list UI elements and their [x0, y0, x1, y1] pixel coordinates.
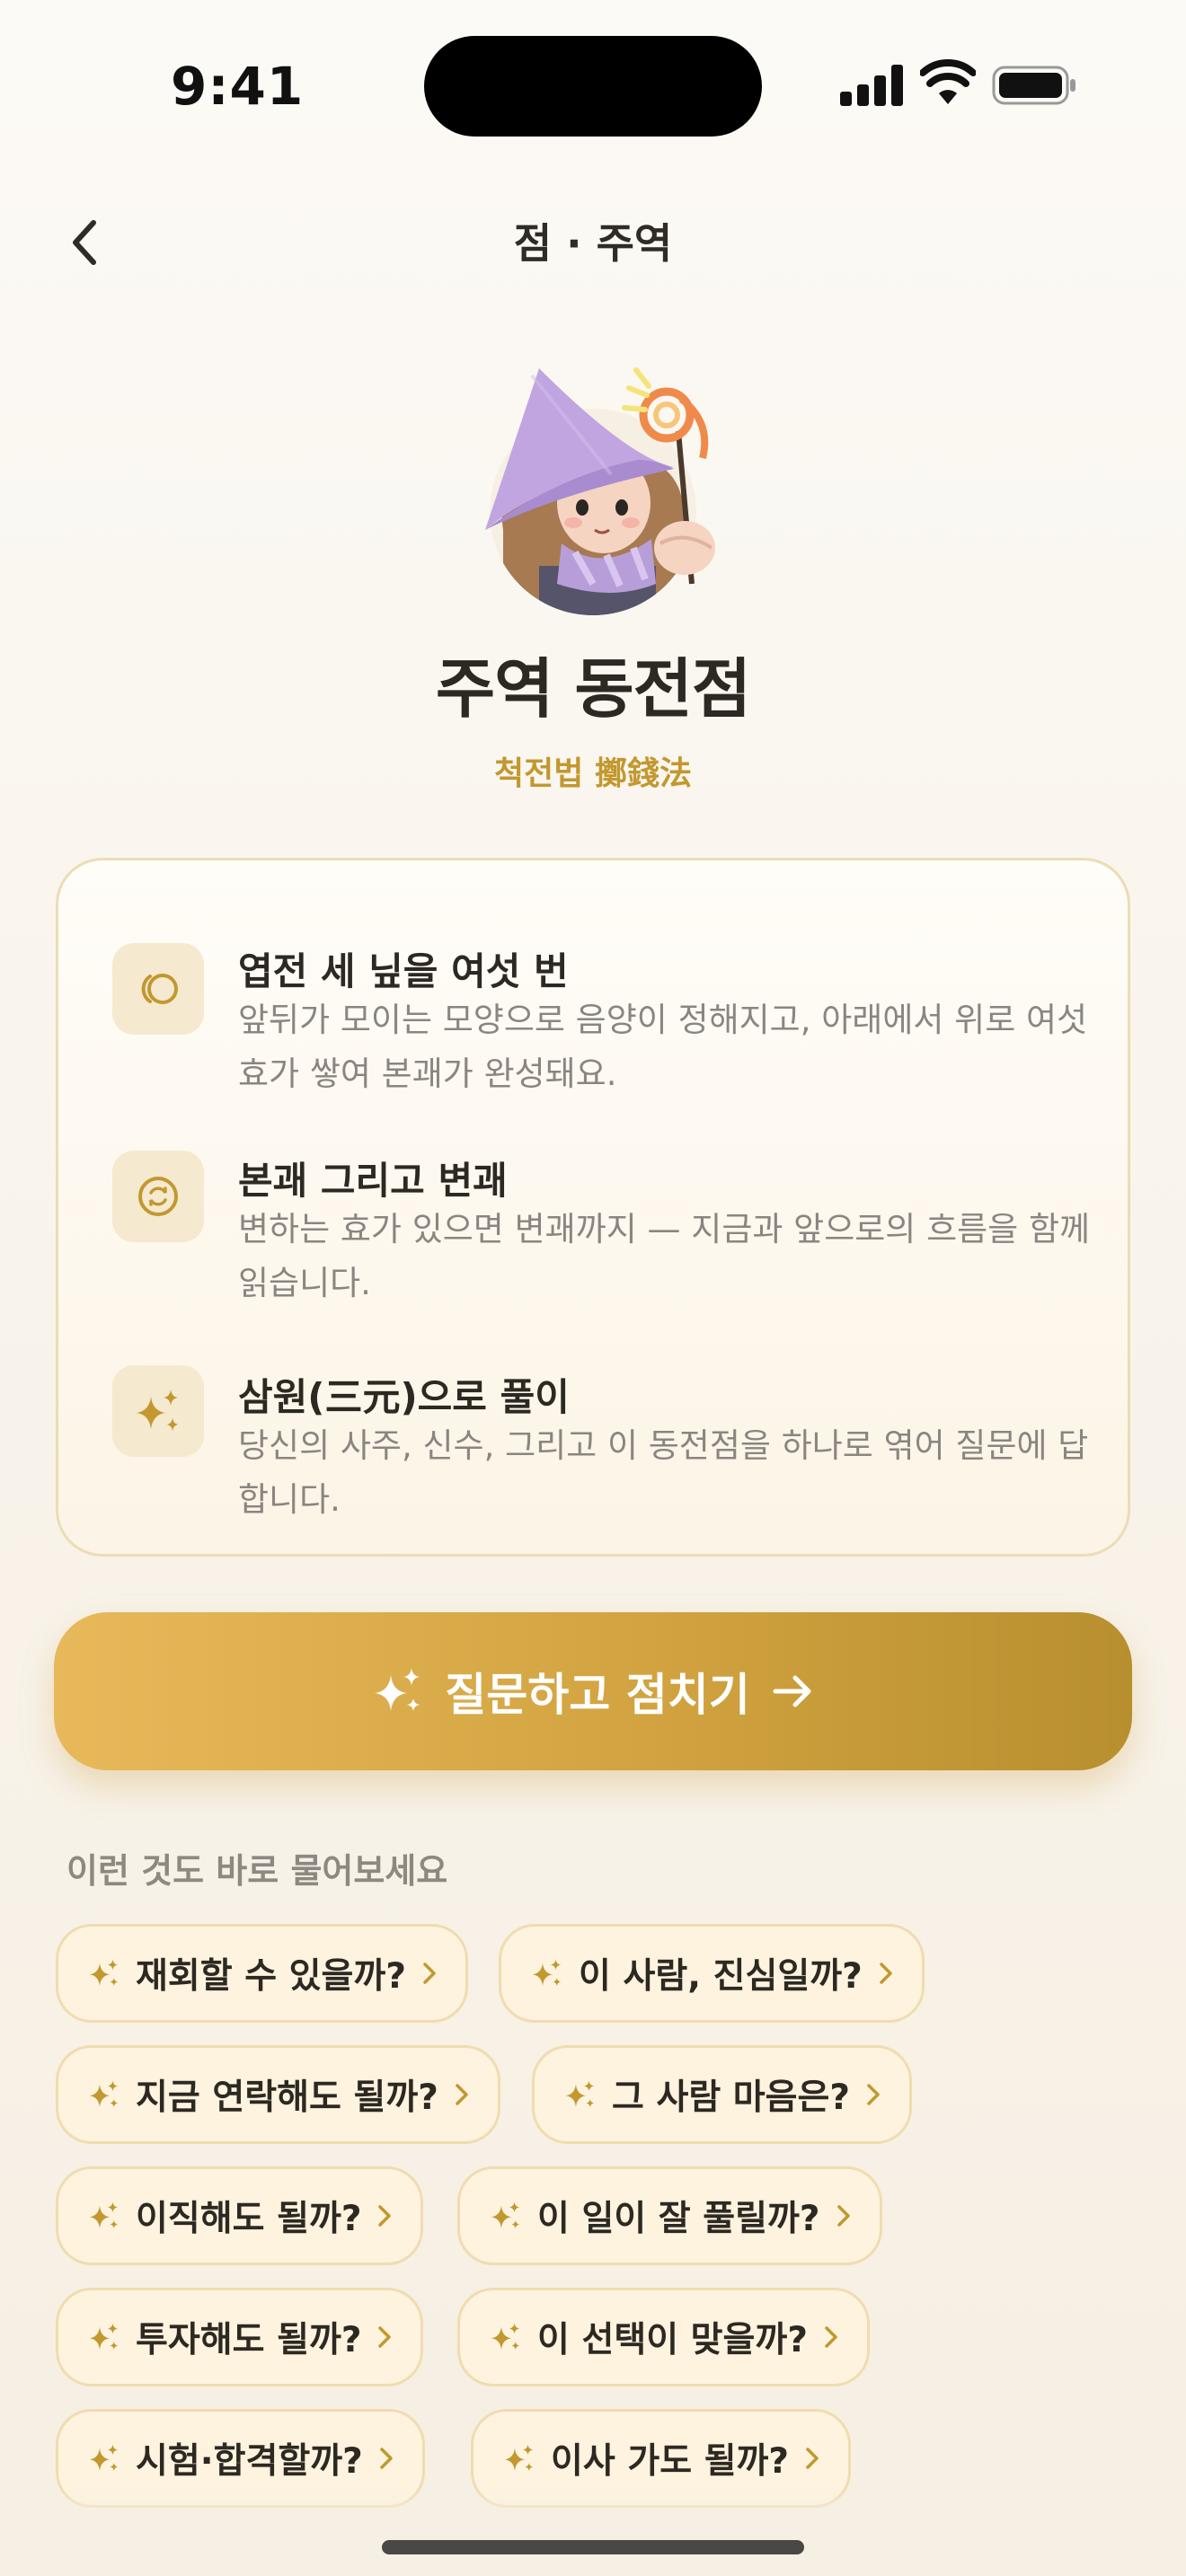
hero-title: 주역 동전점: [435, 651, 751, 727]
suggestion-chip[interactable]: 이 선택이 맞을까?: [457, 2288, 870, 2386]
coins-icon: [112, 943, 204, 1035]
chevron-right-icon: [456, 2084, 468, 2105]
chevron-right-icon: [423, 1963, 436, 1984]
suggestion-chip-label: 투자해도 될까?: [136, 2320, 362, 2360]
feature-title: 삼원(三元)으로 풀이: [238, 1375, 570, 1419]
chevron-right-icon: [378, 2326, 392, 2348]
chevron-right-icon: [880, 1963, 892, 1984]
screen: 9:41 점 · 주역 주역 동전점 척전법 擲錢法 엽전 세 닢을 여섯 번 …: [0, 0, 1186, 2576]
witch-avatar: [485, 367, 715, 615]
suggestion-chip[interactable]: 재회할 수 있을까?: [56, 1924, 468, 2023]
cellular-signal-icon: [840, 65, 903, 106]
cta-label: 질문하고 점치기: [445, 1669, 750, 1721]
sparkle-icon: [89, 1959, 119, 1986]
sparkle-icon: [112, 1365, 204, 1457]
home-indicator[interactable]: [382, 2540, 804, 2554]
chevron-right-icon: [867, 2084, 880, 2105]
status-time: 9:41: [171, 56, 305, 117]
arrow-right-icon: [773, 1675, 811, 1707]
sparkle-icon: [532, 1959, 562, 1986]
suggestion-chip[interactable]: 이 사람, 진심일까?: [499, 1924, 925, 2023]
chevron-right-icon: [825, 2326, 837, 2348]
suggestion-chip-label: 이직해도 될까?: [136, 2199, 362, 2239]
suggestion-chip-label: 재회할 수 있을까?: [136, 1956, 406, 1997]
suggestion-chip-label: 시험·합격할까?: [136, 2441, 363, 2482]
wifi-icon: [920, 59, 976, 104]
suggestion-chip-label: 이 사람, 진심일까?: [579, 1956, 863, 1997]
info-card: 엽전 세 닢을 여섯 번 앞뒤가 모이는 모양으로 음양이 정해지고, 아래에서…: [56, 858, 1130, 1557]
suggestion-chip[interactable]: 그 사람 마음은?: [532, 2045, 913, 2144]
sparkle-icon: [504, 2444, 534, 2471]
bottom-fade: [0, 2488, 1186, 2576]
sparkle-icon: [565, 2080, 595, 2107]
suggestion-chip-label: 이사 가도 될까?: [551, 2441, 790, 2482]
sparkle-icon: [491, 2201, 520, 2228]
suggestion-chip[interactable]: 이 일이 잘 풀릴까?: [457, 2166, 882, 2265]
chevron-right-icon: [378, 2205, 392, 2227]
ask-and-cast-button[interactable]: 질문하고 점치기: [54, 1612, 1132, 1770]
suggestion-chip-label: 이 선택이 맞을까?: [537, 2320, 808, 2360]
sparkle-icon: [375, 1668, 420, 1711]
cycle-icon: [112, 1151, 204, 1242]
feature-title: 엽전 세 닢을 여섯 번: [238, 949, 569, 993]
suggestion-chip[interactable]: 이직해도 될까?: [56, 2166, 424, 2265]
feature-desc: 변하는 효가 있으면 변괘까지 — 지금과 앞으로의 흐름을 함께 읽습니다.: [238, 1210, 1091, 1302]
dynamic-island: [424, 36, 762, 137]
sparkle-icon: [89, 2201, 119, 2228]
suggestion-chip-label: 지금 연락해도 될까?: [136, 2078, 438, 2118]
nav-bar: 점 · 주역: [0, 193, 1186, 292]
chevron-right-icon: [379, 2448, 393, 2469]
sparkle-icon: [491, 2323, 520, 2350]
page-title: 점 · 주역: [513, 219, 673, 268]
status-bar: 9:41: [0, 0, 1186, 171]
feature-desc: 당신의 사주, 신수, 그리고 이 동전점을 하나로 엮어 질문에 답합니다.: [238, 1426, 1089, 1519]
sparkle-icon: [89, 2080, 119, 2107]
feature-desc: 앞뒤가 모이는 모양으로 음양이 정해지고, 아래에서 위로 여섯 효가 쌓여 …: [238, 1001, 1088, 1093]
suggestion-chip[interactable]: 지금 연락해도 될까?: [56, 2045, 500, 2144]
suggestion-chip[interactable]: 투자해도 될까?: [56, 2288, 424, 2386]
chevron-right-icon: [836, 2205, 850, 2227]
hero-subtitle: 척전법 擲錢法: [494, 755, 692, 792]
feature-title: 본괘 그리고 변괘: [238, 1159, 508, 1203]
sparkle-icon: [89, 2323, 119, 2350]
suggestions-heading: 이런 것도 바로 물어보세요: [66, 1851, 448, 1891]
suggestion-chip-label: 그 사람 마음은?: [612, 2078, 851, 2118]
suggestion-chip-label: 이 일이 잘 풀릴까?: [537, 2199, 820, 2239]
chevron-right-icon: [806, 2448, 819, 2469]
battery-icon: [992, 66, 1075, 105]
sparkle-icon: [89, 2444, 119, 2471]
